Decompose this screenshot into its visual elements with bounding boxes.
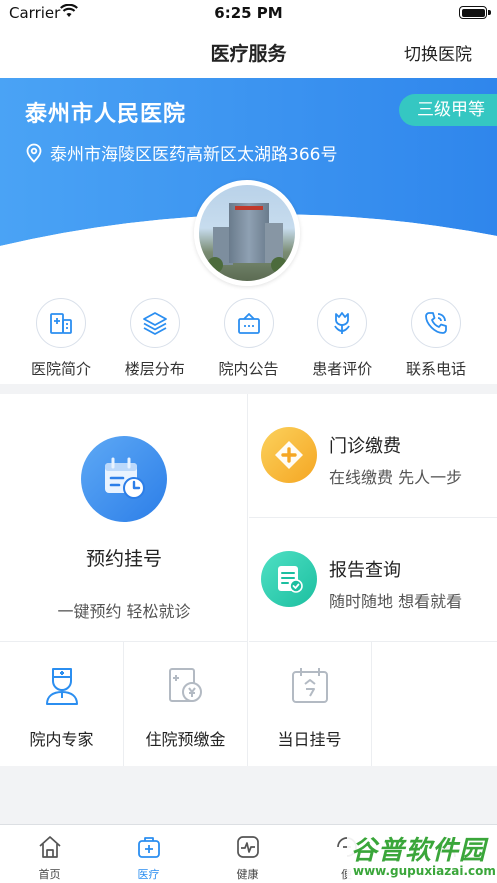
hospital-photo: [194, 180, 300, 286]
tab-medical[interactable]: 医疗: [99, 825, 198, 883]
address-text: 泰州市海陵区医药高新区太湖路366号: [50, 145, 338, 165]
battery-icon: [459, 6, 487, 19]
tulip-icon: [334, 312, 351, 334]
medical-plus-icon: [275, 441, 303, 469]
switch-hospital-button[interactable]: 切换医院: [404, 40, 472, 65]
report-subtitle: 随时随地 想看就看: [329, 592, 463, 611]
payment-title: 门诊缴费: [329, 436, 401, 457]
outpatient-payment-card[interactable]: 门诊缴费 在线缴费 先人一步: [249, 394, 497, 518]
notice-board-icon: [237, 313, 260, 334]
report-title: 报告查询: [329, 560, 401, 581]
quick-menu: 医院简介 楼层分布 院内公告 患者评价 联系电话: [0, 290, 497, 384]
tab-health[interactable]: 健康: [198, 825, 297, 883]
hospital-building-icon: [50, 313, 72, 334]
same-day-registration-card[interactable]: 当日挂号: [248, 642, 372, 766]
doctor-icon: [45, 668, 78, 705]
report-query-card[interactable]: 报告查询 随时随地 想看就看: [249, 518, 497, 642]
appointment-card[interactable]: 预约挂号 一键预约 轻松就诊: [0, 394, 248, 642]
quick-item-announcements[interactable]: 院内公告: [208, 290, 290, 384]
quick-item-patient-reviews[interactable]: 患者评价: [301, 290, 383, 384]
medical-kit-icon: [137, 837, 160, 858]
appointment-title: 预约挂号: [85, 548, 162, 570]
watermark-url: www.gupuxiazai.com: [353, 864, 496, 878]
watermark-logo: 谷普软件园: [351, 836, 487, 866]
inpatient-deposit-card[interactable]: 住院预缴金: [124, 642, 248, 766]
layers-icon: [142, 312, 167, 335]
quick-item-floor-layout[interactable]: 楼层分布: [114, 290, 196, 384]
nav-bar: 医疗服务 切换医院: [0, 26, 497, 78]
payment-subtitle: 在线缴费 先人一步: [329, 468, 463, 487]
clock: 6:25 PM: [214, 4, 283, 22]
heart-rate-icon: [236, 836, 259, 858]
watermark: 谷普软件园 www.gupuxiazai.com: [347, 828, 497, 883]
quick-item-hospital-intro[interactable]: 医院简介: [20, 290, 102, 384]
today-calendar-icon: [291, 668, 328, 703]
service-grid: 预约挂号 一键预约 轻松就诊 门诊缴费 在线缴费 先人一步 报告查询 随时随地 …: [0, 394, 497, 766]
quick-item-contact-phone[interactable]: 联系电话: [395, 290, 477, 384]
hospital-name: 泰州市人民医院: [25, 102, 187, 127]
location-pin-icon: [26, 143, 42, 163]
experts-card[interactable]: 院内专家: [0, 642, 124, 766]
home-icon: [38, 836, 61, 858]
tab-home[interactable]: 首页: [0, 825, 99, 883]
report-check-icon: [278, 566, 303, 593]
hospital-address[interactable]: 泰州市海陵区医药高新区太湖路366号: [25, 140, 337, 165]
calendar-clock-icon: [105, 457, 145, 499]
status-bar: Carrier 6:25 PM: [0, 0, 497, 26]
appointment-subtitle: 一键预约 轻松就诊: [57, 602, 191, 621]
deposit-icon: [168, 668, 202, 702]
hospital-header: 泰州市人民医院 三级甲等 泰州市海陵区医药高新区太湖路366号: [0, 78, 497, 290]
phone-icon: [425, 312, 447, 334]
hospital-level-badge: 三级甲等: [399, 94, 497, 126]
